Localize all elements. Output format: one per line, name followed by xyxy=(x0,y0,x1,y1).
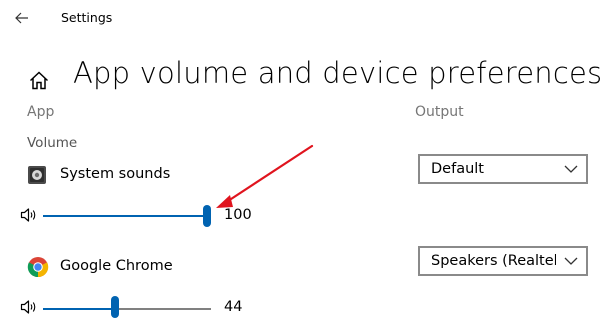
page-title: App volume and device preferences xyxy=(73,56,600,90)
window-title: Settings xyxy=(61,10,113,25)
dropdown-selected-value: Default xyxy=(431,161,484,177)
system-sounds-volume-thumb[interactable] xyxy=(203,205,211,227)
google-chrome-output-dropdown[interactable]: Speakers (Realtek(R xyxy=(418,246,588,276)
google-chrome-volume-thumb[interactable] xyxy=(111,296,119,318)
volume-label: Volume xyxy=(27,135,78,151)
chevron-down-icon xyxy=(556,156,586,182)
speaker-icon[interactable] xyxy=(20,299,38,315)
home-icon xyxy=(29,70,49,89)
back-arrow-icon xyxy=(15,12,28,24)
home-button[interactable] xyxy=(26,68,52,92)
google-chrome-volume-value: 44 xyxy=(224,299,243,315)
app-name-google-chrome: Google Chrome xyxy=(60,258,173,274)
system-sounds-volume-fill xyxy=(43,215,207,217)
chrome-icon xyxy=(27,256,49,278)
system-sounds-icon xyxy=(27,165,47,185)
system-sounds-output-dropdown[interactable]: Default xyxy=(418,154,588,184)
app-column-header: App xyxy=(27,104,55,120)
google-chrome-volume-fill xyxy=(43,308,115,310)
speaker-icon[interactable] xyxy=(20,207,38,223)
back-button[interactable] xyxy=(8,4,36,32)
chevron-down-icon xyxy=(556,248,586,274)
output-column-header: Output xyxy=(415,104,464,120)
app-name-system-sounds: System sounds xyxy=(60,166,171,182)
system-sounds-volume-value: 100 xyxy=(224,207,252,223)
